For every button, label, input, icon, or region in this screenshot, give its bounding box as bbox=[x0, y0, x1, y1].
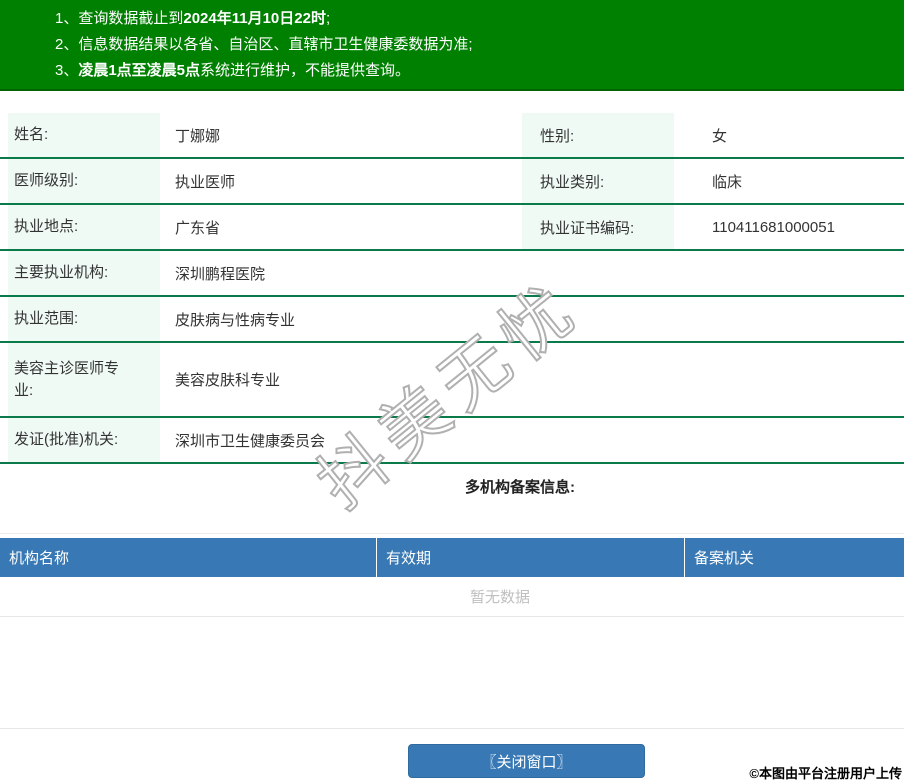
table-row: 美容主诊医师专 业: 美容皮肤科专业 bbox=[0, 343, 904, 418]
empty-data-text: 暂无数据 bbox=[469, 589, 530, 606]
notice-number: 2、 bbox=[55, 36, 79, 53]
row-spacer bbox=[0, 297, 8, 341]
query-result-page: 1、查询数据截止到2024年11月10日22时; 2、信息数据结果以各省、自治区… bbox=[0, 0, 904, 783]
field-label-main-institution: 主要执业机构: bbox=[8, 251, 160, 295]
field-value-doctor-level: 执业医师 bbox=[175, 173, 236, 191]
field-value-practice-category: 临床 bbox=[712, 173, 743, 191]
notice-banner: 1、查询数据截止到2024年11月10日22时; 2、信息数据结果以各省、自治区… bbox=[0, 0, 904, 91]
field-label-certificate-number: 执业证书编码: bbox=[522, 205, 674, 249]
field-value-cosmetic-specialty: 美容皮肤科专业 bbox=[175, 372, 281, 389]
table-row: 执业范围: 皮肤病与性病专业 bbox=[0, 297, 904, 343]
multi-org-section-title: 多机构备案信息: bbox=[465, 479, 575, 496]
field-value-issuing-authority: 深圳市卫生健康委员会 bbox=[175, 432, 326, 450]
org-header-institution-name: 机构名称 bbox=[0, 538, 377, 577]
table-row: 主要执业机构: 深圳鹏程医院 bbox=[0, 251, 904, 297]
notice-text: ; bbox=[325, 10, 331, 27]
field-label-practice-category: 执业类别: bbox=[522, 159, 674, 203]
notice-text: 信息数据结果以各省、自治区、直辖市卫生健康委数据为准; bbox=[78, 36, 473, 53]
notice-bold-text: 2024年11月10日22时 bbox=[183, 10, 326, 27]
field-value-main-institution: 深圳鹏程医院 bbox=[175, 265, 266, 283]
upload-caption-watermark: ©本图由平台注册用户上传 bbox=[749, 766, 902, 781]
divider bbox=[0, 533, 904, 534]
org-table-empty-row: 暂无数据 bbox=[0, 577, 904, 617]
field-label-name: 姓名: bbox=[8, 113, 160, 157]
field-value-name: 丁娜娜 bbox=[175, 127, 221, 145]
notice-line-3: 3、凌晨1点至凌晨5点系统进行维护，不能提供查询。 bbox=[55, 58, 904, 84]
field-value-practice-scope: 皮肤病与性病专业 bbox=[175, 311, 296, 329]
row-spacer bbox=[0, 251, 8, 295]
notice-number: 3、 bbox=[55, 62, 79, 79]
divider bbox=[0, 728, 904, 729]
row-spacer bbox=[0, 343, 8, 416]
org-table-header: 机构名称 有效期 备案机关 bbox=[0, 538, 904, 577]
notice-bold-text: 凌晨1点至凌晨5点 bbox=[78, 62, 201, 79]
close-window-button[interactable]: 〖关闭窗口〗 bbox=[408, 744, 645, 778]
table-row: 医师级别: 执业医师 执业类别: 临床 bbox=[0, 159, 904, 205]
notice-text: 查询数据截止到 bbox=[78, 10, 184, 27]
org-header-validity-period: 有效期 bbox=[377, 538, 685, 577]
field-value-certificate-number: 110411681000051 bbox=[712, 218, 835, 236]
org-header-filing-authority: 备案机关 bbox=[694, 550, 755, 567]
row-spacer bbox=[0, 113, 8, 157]
field-label-cosmetic-specialty: 美容主诊医师专 业: bbox=[8, 343, 160, 416]
field-label-practice-scope: 执业范围: bbox=[8, 297, 160, 341]
table-row: 执业地点: 广东省 执业证书编码: 110411681000051 bbox=[0, 205, 904, 251]
notice-line-2: 2、信息数据结果以各省、自治区、直辖市卫生健康委数据为准; bbox=[55, 32, 904, 58]
row-spacer bbox=[0, 205, 8, 249]
notice-number: 1、 bbox=[55, 10, 79, 27]
field-label-practice-location: 执业地点: bbox=[8, 205, 160, 249]
row-spacer bbox=[0, 159, 8, 203]
row-spacer bbox=[0, 418, 8, 462]
field-label-issuing-authority: 发证(批准)机关: bbox=[8, 418, 160, 462]
field-value-gender: 女 bbox=[712, 127, 728, 145]
notice-line-1: 1、查询数据截止到2024年11月10日22时; bbox=[55, 6, 904, 32]
notice-text: 系统进行维护，不能提供查询。 bbox=[200, 62, 411, 79]
practitioner-info-table: 姓名: 丁娜娜 性别: 女 医师级别: 执业医师 执业类别: 临床 执业地点: … bbox=[0, 113, 904, 464]
field-label-gender: 性别: bbox=[522, 113, 674, 157]
table-row: 姓名: 丁娜娜 性别: 女 bbox=[0, 113, 904, 159]
table-row: 发证(批准)机关: 深圳市卫生健康委员会 bbox=[0, 418, 904, 464]
field-value-practice-location: 广东省 bbox=[175, 219, 221, 237]
field-label-doctor-level: 医师级别: bbox=[8, 159, 160, 203]
